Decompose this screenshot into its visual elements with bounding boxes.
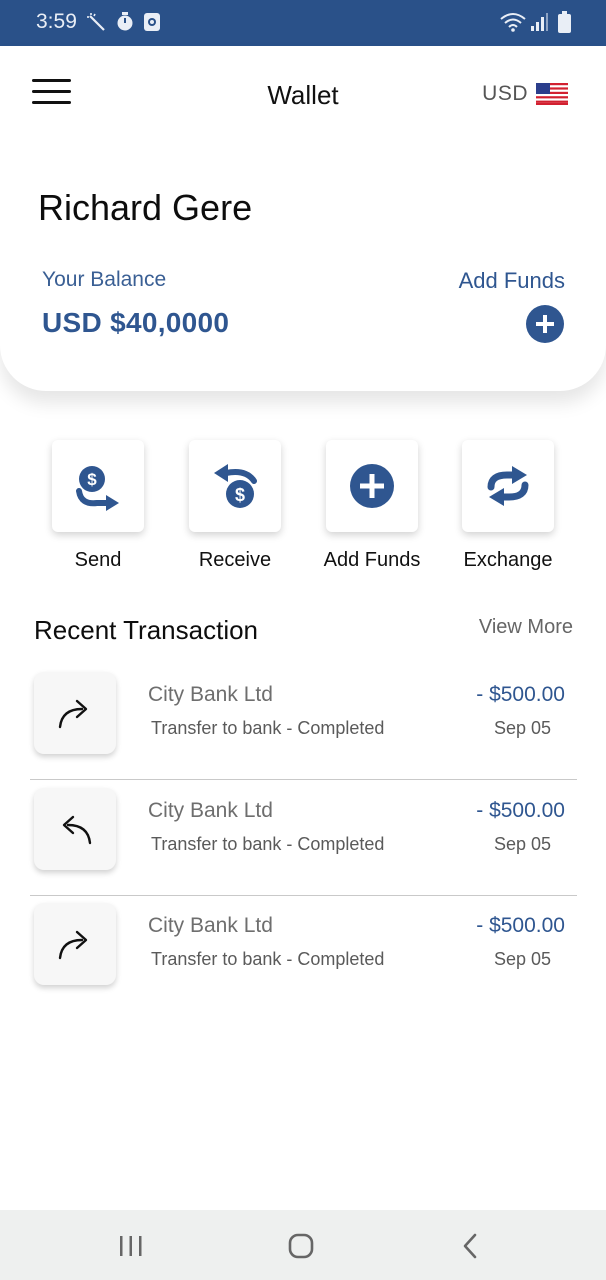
arrow-back-icon [34, 788, 116, 870]
add-funds-action[interactable]: Add Funds [324, 440, 420, 571]
transaction-amount: - $500.00 [476, 914, 565, 937]
recent-transactions-title: Recent Transaction [34, 615, 259, 645]
wifi-icon [500, 12, 526, 37]
transaction-amount: - $500.00 [476, 799, 565, 822]
battery-icon [558, 11, 571, 38]
arrow-forward-icon [34, 672, 116, 754]
receive-action[interactable]: $ Receive [189, 440, 281, 571]
transaction-row[interactable]: City Bank Ltd Transfer to bank - Complet… [30, 896, 577, 1011]
signal-icon [530, 12, 548, 37]
transaction-date: Sep 05 [493, 718, 551, 738]
send-action[interactable]: $ Send [52, 440, 144, 571]
transaction-row[interactable]: City Bank Ltd Transfer to bank - Complet… [30, 781, 577, 896]
plus-circle-icon [350, 464, 394, 508]
balance-label: Your Balance [42, 268, 167, 291]
transaction-row[interactable]: City Bank Ltd Transfer to bank - Complet… [30, 665, 577, 780]
add-funds-label: Add Funds [323, 549, 421, 571]
transaction-description: Transfer to bank - Completed [151, 718, 385, 738]
add-funds-link[interactable]: Add Funds [459, 268, 565, 294]
exchange-action[interactable]: Exchange [462, 440, 554, 571]
transaction-description: Transfer to bank - Completed [151, 834, 385, 854]
screen-record-icon [143, 12, 161, 37]
back-icon[interactable] [450, 1230, 490, 1262]
receive-money-icon: $ [214, 464, 257, 508]
receive-label: Receive [198, 549, 272, 571]
status-time: 3:59 [36, 10, 77, 33]
balance-value: USD $40,0000 [42, 307, 230, 338]
balance-card: Wallet USD Richard Gere Your Balance USD… [0, 46, 606, 391]
svg-text:$: $ [235, 485, 245, 505]
home-icon[interactable] [281, 1230, 321, 1262]
add-funds-tile-button[interactable] [326, 440, 418, 532]
send-button[interactable]: $ [52, 440, 144, 532]
us-flag-icon [536, 83, 568, 105]
transaction-date: Sep 05 [493, 834, 551, 854]
transaction-date: Sep 05 [493, 949, 551, 969]
currency-code: USD [482, 82, 528, 105]
transaction-description: Transfer to bank - Completed [151, 949, 385, 969]
currency-selector[interactable]: USD [482, 82, 568, 106]
receive-button[interactable]: $ [189, 440, 281, 532]
view-more-link[interactable]: View More [479, 616, 573, 639]
exchange-icon [487, 466, 529, 506]
magic-wand-icon [86, 12, 108, 39]
stopwatch-icon [116, 12, 134, 37]
send-label: Send [74, 549, 122, 571]
transaction-amount: - $500.00 [476, 683, 565, 706]
transaction-name: City Bank Ltd [148, 683, 273, 706]
send-money-icon: $ [76, 466, 119, 511]
user-name: Richard Gere [38, 187, 253, 228]
recent-apps-icon[interactable] [111, 1230, 151, 1262]
transaction-name: City Bank Ltd [148, 799, 273, 822]
plus-circle-icon [536, 315, 554, 333]
exchange-button[interactable] [462, 440, 554, 532]
add-funds-button[interactable] [526, 305, 564, 343]
transaction-name: City Bank Ltd [148, 914, 273, 937]
status-bar: 3:59 [0, 0, 606, 46]
system-nav-bar [0, 1210, 606, 1280]
svg-text:$: $ [87, 470, 97, 489]
arrow-forward-icon [34, 903, 116, 985]
exchange-label: Exchange [463, 549, 553, 571]
